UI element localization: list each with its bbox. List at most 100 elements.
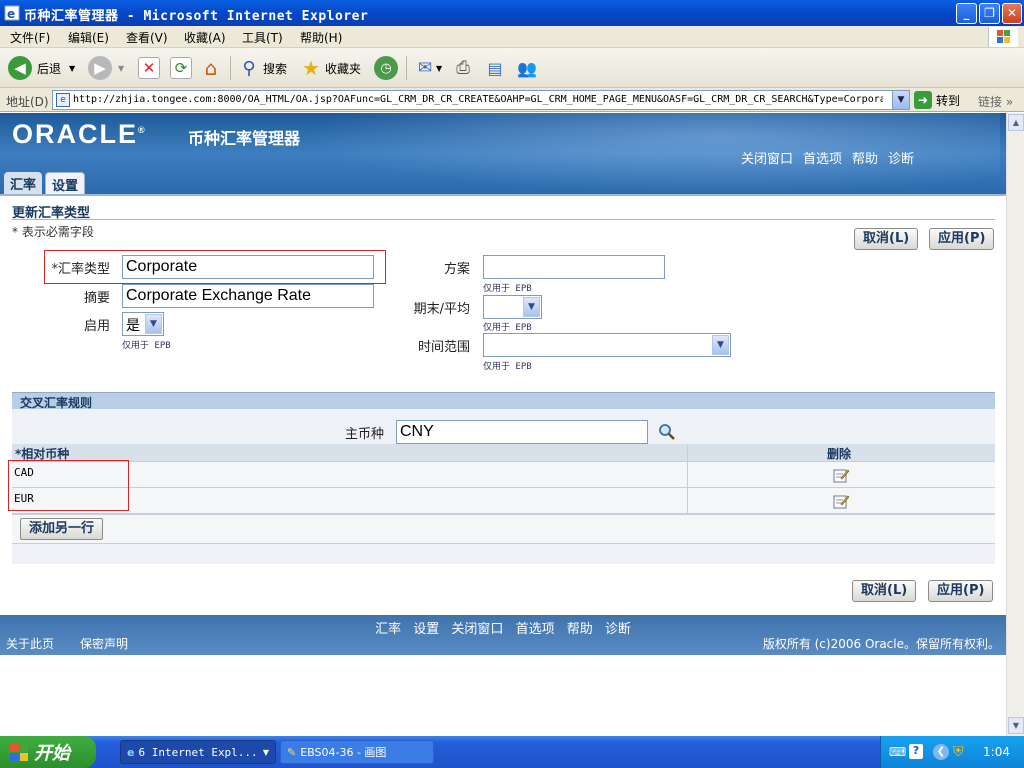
- cancel-button-top[interactable]: 取消(L): [854, 228, 919, 250]
- refresh-button[interactable]: ⟳: [170, 55, 192, 81]
- chevron-down-icon: ▼: [523, 297, 540, 317]
- delete-row-icon[interactable]: [833, 467, 849, 483]
- tab-divider: [0, 194, 1006, 196]
- enabled-select[interactable]: 是 ▼: [122, 312, 164, 336]
- menu-file[interactable]: 文件(F): [10, 29, 50, 46]
- time-range-select[interactable]: ▼: [483, 333, 731, 357]
- go-button[interactable]: ➜ 转到: [914, 91, 960, 109]
- page-icon: e: [56, 93, 70, 107]
- home-icon: ⌂: [204, 56, 218, 80]
- menu-view[interactable]: 查看(V): [126, 29, 168, 46]
- taskbar: 开始 e 6 Internet Expl... ▼ ✎ EBS04-36 - 画…: [0, 736, 1024, 768]
- star-icon: ★: [302, 56, 320, 80]
- help-tray-icon[interactable]: ?: [909, 744, 923, 759]
- search-button[interactable]: ⚲ 搜索: [238, 55, 287, 81]
- windows-flag-icon: [10, 743, 28, 761]
- window-title-bar: e 币种汇率管理器 - Microsoft Internet Explorer …: [0, 0, 1024, 26]
- base-currency-input[interactable]: CNY: [396, 420, 648, 444]
- arrow-tray-icon[interactable]: ❮: [933, 744, 949, 760]
- delete-row-icon[interactable]: [833, 493, 849, 509]
- about-page-link[interactable]: 关于此页: [6, 635, 54, 652]
- chevron-down-icon: ▼: [262, 747, 269, 757]
- menu-favorites[interactable]: 收藏(A): [184, 29, 226, 46]
- chevron-down-icon: ▼: [118, 63, 125, 73]
- restore-button[interactable]: ❐: [979, 3, 1000, 24]
- forward-arrow-icon: ▶: [88, 56, 112, 80]
- help-link[interactable]: 帮助: [852, 148, 878, 167]
- back-button[interactable]: ◀ 后退 ▼: [8, 55, 75, 81]
- tab-rates[interactable]: 汇率: [4, 172, 43, 194]
- history-icon: ◷: [374, 56, 398, 80]
- vertical-scrollbar[interactable]: ▲ ▼: [1006, 113, 1024, 736]
- stop-button[interactable]: ✕: [138, 55, 160, 81]
- toolbar-separator: [230, 56, 231, 80]
- ie-icon: e: [127, 745, 135, 759]
- time-range-label: 时间范围: [417, 340, 470, 355]
- task-internet-explorer[interactable]: e 6 Internet Expl... ▼: [120, 740, 276, 764]
- close-window-button[interactable]: ✕: [1002, 3, 1022, 24]
- cancel-button-bottom[interactable]: 取消(L): [852, 580, 917, 602]
- address-dropdown-icon[interactable]: ▼: [892, 91, 909, 109]
- print-button[interactable]: ⎙: [452, 55, 474, 81]
- mail-button[interactable]: ✉ ▼: [414, 55, 442, 81]
- refresh-icon: ⟳: [170, 57, 192, 79]
- epb-note: 仅用于 EPB: [122, 341, 171, 351]
- chevron-down-icon: ▼: [712, 335, 729, 355]
- favorites-button[interactable]: ★ 收藏夹: [300, 55, 361, 81]
- required-note: * 表示必需字段: [12, 225, 94, 239]
- scroll-up-icon[interactable]: ▲: [1008, 114, 1024, 131]
- keyboard-icon[interactable]: ⌨: [889, 745, 906, 759]
- base-currency-label: 主币种: [344, 427, 384, 442]
- history-button[interactable]: ◷: [374, 55, 398, 81]
- address-input[interactable]: e http://zhjia.tongee.com:8000/OA_HTML/O…: [52, 90, 910, 110]
- menu-help[interactable]: 帮助(H): [300, 29, 342, 46]
- app-title: 币种汇率管理器: [188, 129, 301, 148]
- forward-button[interactable]: ▶ ▼: [88, 55, 124, 81]
- tab-settings[interactable]: 设置: [45, 172, 86, 194]
- window-title: 币种汇率管理器 - Microsoft Internet Explorer: [24, 9, 369, 24]
- rate-type-input[interactable]: Corporate: [122, 255, 374, 279]
- period-select[interactable]: ▼: [483, 295, 542, 319]
- preferences-link[interactable]: 首选项: [803, 148, 842, 167]
- messenger-icon: 👥: [517, 58, 537, 78]
- search-icon[interactable]: [658, 423, 676, 441]
- home-button[interactable]: ⌂: [200, 55, 222, 81]
- table-row-delete-cell: [687, 488, 995, 514]
- system-tray: ⌨ ? ❮ ⛨ 1:04: [880, 736, 1024, 768]
- messenger-button[interactable]: 👥: [516, 55, 538, 81]
- add-row-button[interactable]: 添加另一行: [20, 518, 104, 540]
- back-arrow-icon: ◀: [8, 56, 32, 80]
- epb-note: 仅用于 EPB: [483, 323, 532, 333]
- privacy-link[interactable]: 保密声明: [80, 635, 128, 652]
- table-row-delete-cell: [687, 462, 995, 488]
- task-paint[interactable]: ✎ EBS04-36 - 画图: [280, 740, 434, 764]
- cross-rate-section: 交叉汇率规则 主币种 CNY *相对币种 删除 CAD EUR 添加另一行: [8, 392, 995, 564]
- apply-button-top[interactable]: 应用(P): [929, 228, 995, 250]
- start-button[interactable]: 开始: [0, 736, 96, 768]
- edit-button[interactable]: ▤: [484, 55, 506, 81]
- chevron-down-icon: ▼: [436, 63, 443, 73]
- links-toolbar[interactable]: 链接 »: [978, 93, 1013, 110]
- address-url: http://zhjia.tongee.com:8000/OA_HTML/OA.…: [73, 94, 883, 105]
- cross-rate-header: 交叉汇率规则: [12, 392, 995, 410]
- menu-edit[interactable]: 编辑(E): [68, 29, 109, 46]
- scroll-down-icon[interactable]: ▼: [1008, 717, 1024, 734]
- menu-tools[interactable]: 工具(T): [242, 29, 283, 46]
- shield-icon[interactable]: ⛨: [953, 744, 964, 760]
- page-content: ORACLE® 币种汇率管理器 关闭窗口 首选项 帮助 诊断 汇率 设置 更新汇…: [0, 113, 1006, 736]
- scheme-input[interactable]: [483, 255, 665, 279]
- paint-icon: ✎: [287, 745, 297, 759]
- tab-bar: 汇率 设置: [4, 172, 86, 194]
- close-window-link[interactable]: 关闭窗口: [741, 148, 793, 167]
- minimize-button[interactable]: _: [956, 3, 977, 24]
- oracle-header: ORACLE® 币种汇率管理器 关闭窗口 首选项 帮助 诊断 汇率 设置: [0, 113, 1006, 194]
- oracle-logo: ORACLE®: [12, 119, 147, 149]
- apply-button-bottom[interactable]: 应用(P): [928, 580, 994, 602]
- highlight-box-currencies: [8, 460, 129, 511]
- diagnostics-link[interactable]: 诊断: [888, 148, 914, 167]
- summary-label: 摘要: [83, 291, 110, 306]
- summary-input[interactable]: Corporate Exchange Rate: [122, 284, 374, 308]
- mail-icon: ✉: [417, 58, 433, 78]
- svg-text:e: e: [7, 7, 15, 21]
- chevron-down-icon: ▼: [145, 314, 162, 334]
